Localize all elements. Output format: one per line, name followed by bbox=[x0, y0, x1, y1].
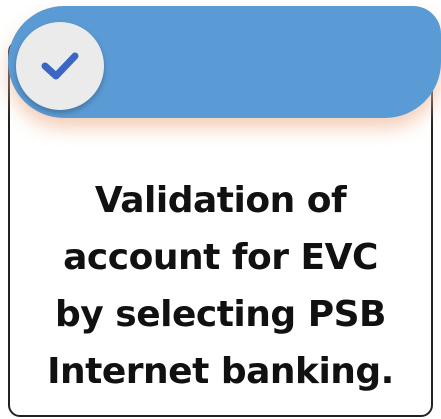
checkmark-icon bbox=[41, 52, 79, 80]
caption-line: account for EVC bbox=[63, 237, 378, 278]
step-caption: Validation of account for EVC by selecti… bbox=[10, 172, 431, 400]
caption-line: Validation of bbox=[94, 180, 347, 221]
check-badge bbox=[16, 22, 104, 110]
caption-line: Internet banking. bbox=[47, 351, 394, 392]
caption-line: by selecting PSB bbox=[55, 294, 386, 335]
